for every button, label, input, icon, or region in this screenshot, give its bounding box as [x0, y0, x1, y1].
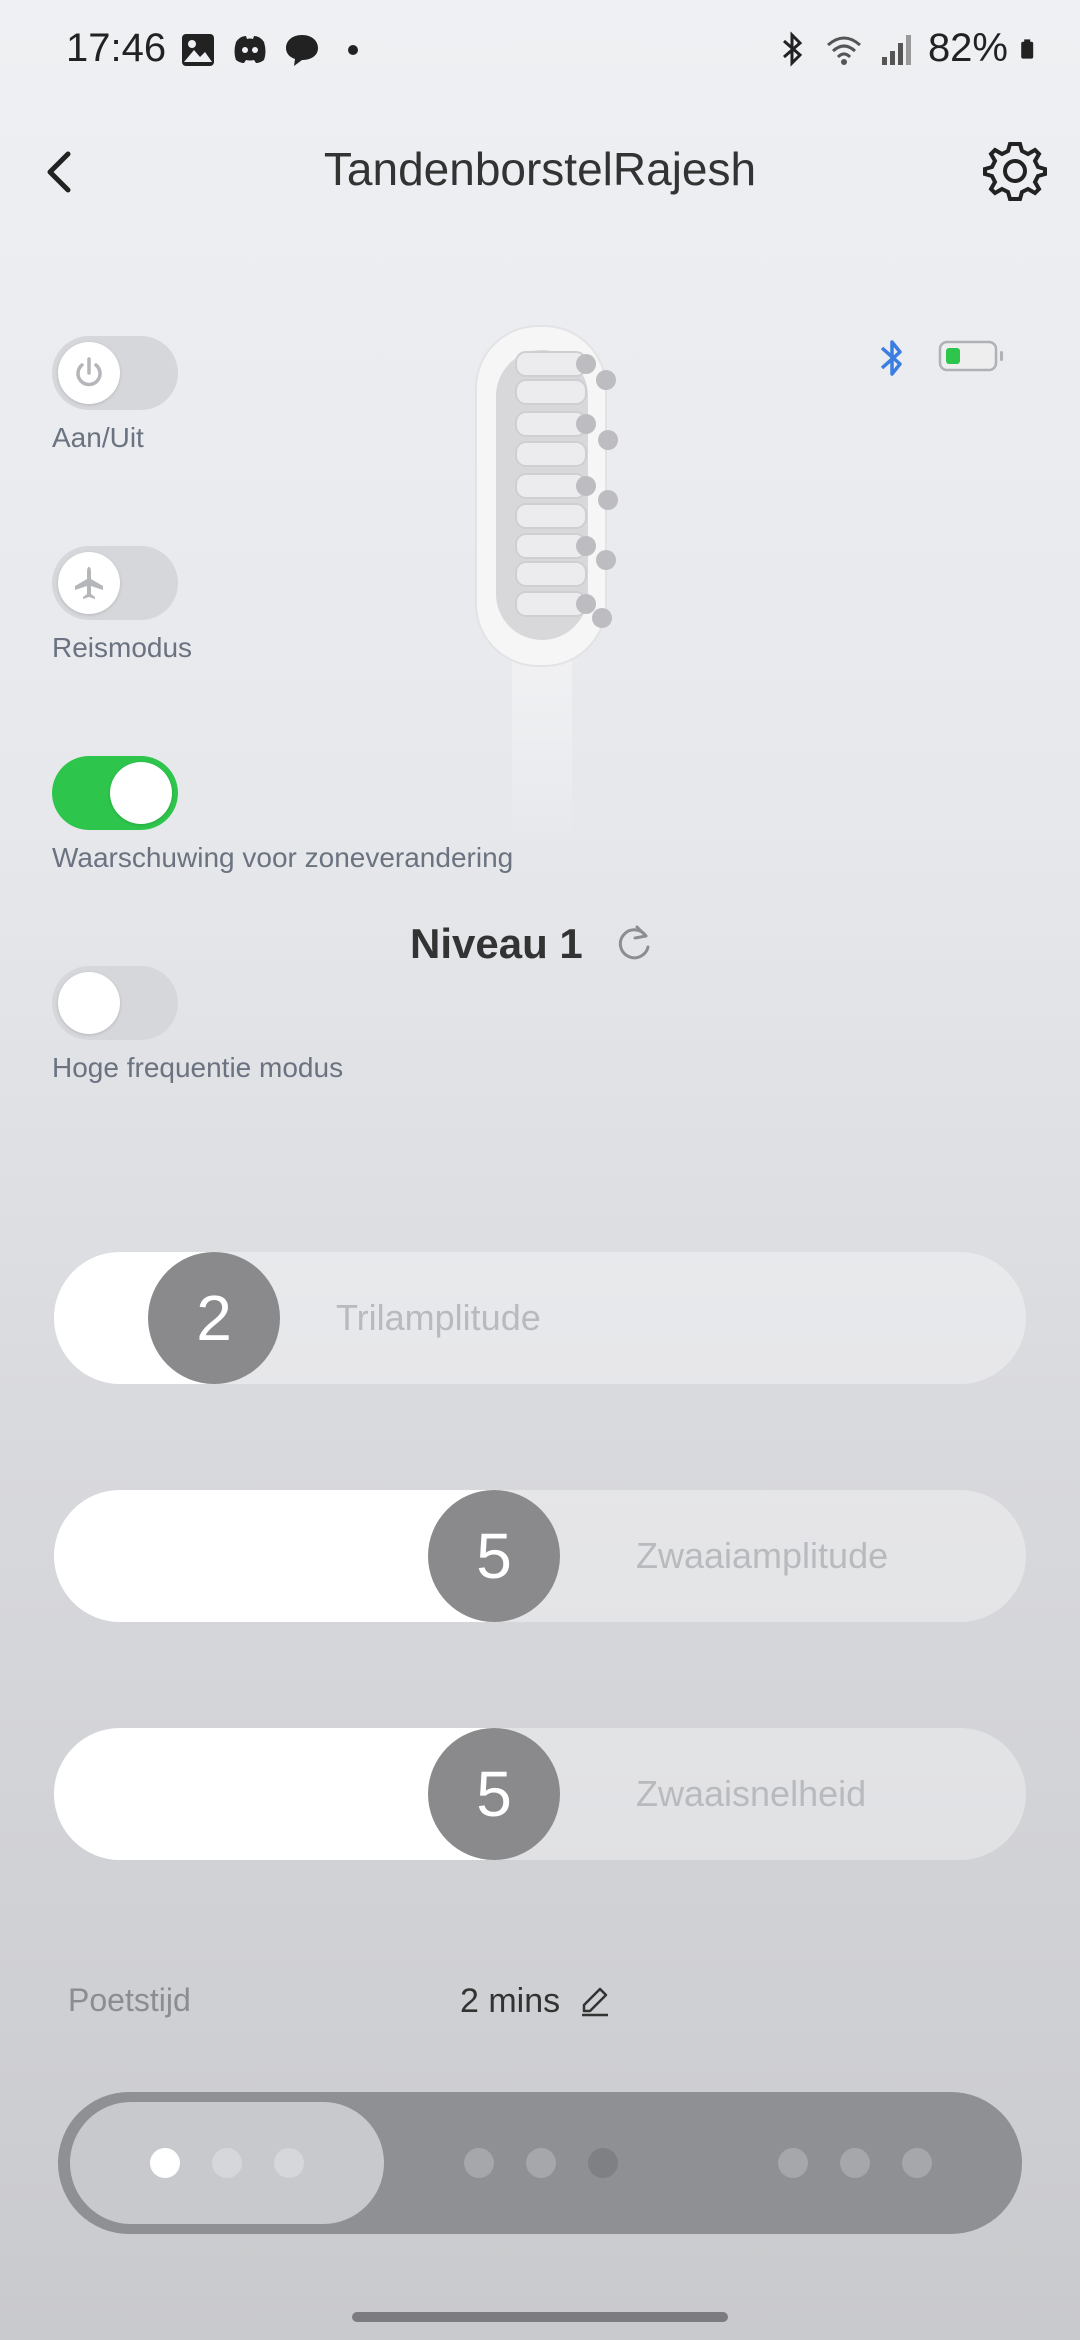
more-notifications-dot — [348, 45, 358, 55]
mode-dot — [464, 2148, 494, 2178]
slider-thumb[interactable]: 5 — [428, 1490, 560, 1622]
brushing-time-label: Poetstijd — [68, 1982, 191, 2018]
device-bluetooth-icon — [880, 340, 902, 376]
gallery-icon — [182, 34, 214, 66]
travel-mode-switch[interactable] — [52, 546, 178, 620]
power-switch[interactable] — [52, 336, 178, 410]
power-switch-knob — [58, 342, 120, 404]
slider-thumb[interactable]: 2 — [148, 1252, 280, 1384]
mode-selector — [58, 2092, 1022, 2234]
mode-option-1[interactable] — [70, 2102, 384, 2224]
zone-warning-switch[interactable] — [52, 756, 178, 830]
slider-vibration-amplitude[interactable]: 2 Trilamplitude — [54, 1252, 1026, 1384]
edit-pencil-icon[interactable] — [578, 1985, 612, 2019]
high-frequency-label: Hoge frequentie modus — [52, 1052, 344, 1083]
slider-label: Zwaaiamplitude — [636, 1535, 889, 1576]
battery-icon — [1021, 38, 1034, 59]
slider-sweep-speed[interactable]: 5 Zwaaisnelheid — [54, 1728, 1026, 1860]
page-title: TandenborstelRajesh — [323, 143, 757, 195]
app-header: TandenborstelRajesh — [0, 130, 1080, 210]
status-bar: 17:46 82% — [0, 0, 1080, 100]
slider-sweep-amplitude[interactable]: 5 Zwaaiamplitude — [54, 1490, 1026, 1622]
zone-warning-switch-knob — [110, 762, 172, 824]
wifi-icon — [826, 36, 861, 65]
slider-label: Zwaaisnelheid — [636, 1773, 867, 1814]
power-label: Aan/Uit — [52, 422, 144, 453]
mode-dot — [840, 2148, 870, 2178]
mode-dot — [526, 2148, 556, 2178]
status-time: 17:46 — [66, 26, 167, 70]
brushing-time-value-row[interactable]: 2 mins — [460, 1982, 612, 2021]
slider-thumb[interactable]: 5 — [428, 1728, 560, 1860]
mode-dot — [274, 2148, 304, 2178]
airplane-icon — [75, 567, 103, 599]
mode-dot — [588, 2148, 618, 2178]
mode-dot — [150, 2148, 180, 2178]
signal-icon — [881, 34, 911, 65]
home-indicator[interactable] — [352, 2312, 728, 2322]
mode-dot — [212, 2148, 242, 2178]
mode-option-2[interactable] — [384, 2102, 698, 2224]
brushing-time-value: 2 mins — [460, 1982, 561, 2020]
device-battery-icon — [938, 340, 1003, 372]
toggle-power: Aan/Uit — [52, 336, 178, 454]
slider-label: Trilamplitude — [336, 1297, 541, 1338]
zone-warning-label: Waarschuwing voor zoneverandering — [52, 842, 514, 873]
level-text: Niveau 1 — [410, 920, 583, 967]
power-icon — [76, 357, 102, 387]
toggle-high-frequency: Hoge frequentie modus — [52, 966, 343, 1084]
travel-mode-switch-knob — [58, 552, 120, 614]
high-frequency-switch[interactable] — [52, 966, 178, 1040]
toothbrush-head-image — [475, 325, 618, 850]
reset-refresh-icon[interactable] — [613, 923, 655, 965]
mode-option-3[interactable] — [698, 2102, 1012, 2224]
toggle-zone-warning: Waarschuwing voor zoneverandering — [52, 756, 513, 874]
status-notification-icons — [178, 30, 358, 70]
bluetooth-icon — [782, 30, 803, 67]
travel-mode-label: Reismodus — [52, 632, 193, 663]
mode-dot — [778, 2148, 808, 2178]
level-indicator: Niveau 1 — [410, 920, 655, 968]
high-frequency-switch-knob — [58, 972, 120, 1034]
discord-icon — [234, 36, 266, 63]
toggle-travel-mode: Reismodus — [52, 546, 192, 664]
status-system-icons: 82% — [772, 26, 1044, 71]
settings-gear-icon[interactable] — [980, 136, 1050, 206]
battery-percentage: 82% — [927, 26, 1008, 70]
mode-dot — [902, 2148, 932, 2178]
chat-icon — [286, 35, 318, 66]
